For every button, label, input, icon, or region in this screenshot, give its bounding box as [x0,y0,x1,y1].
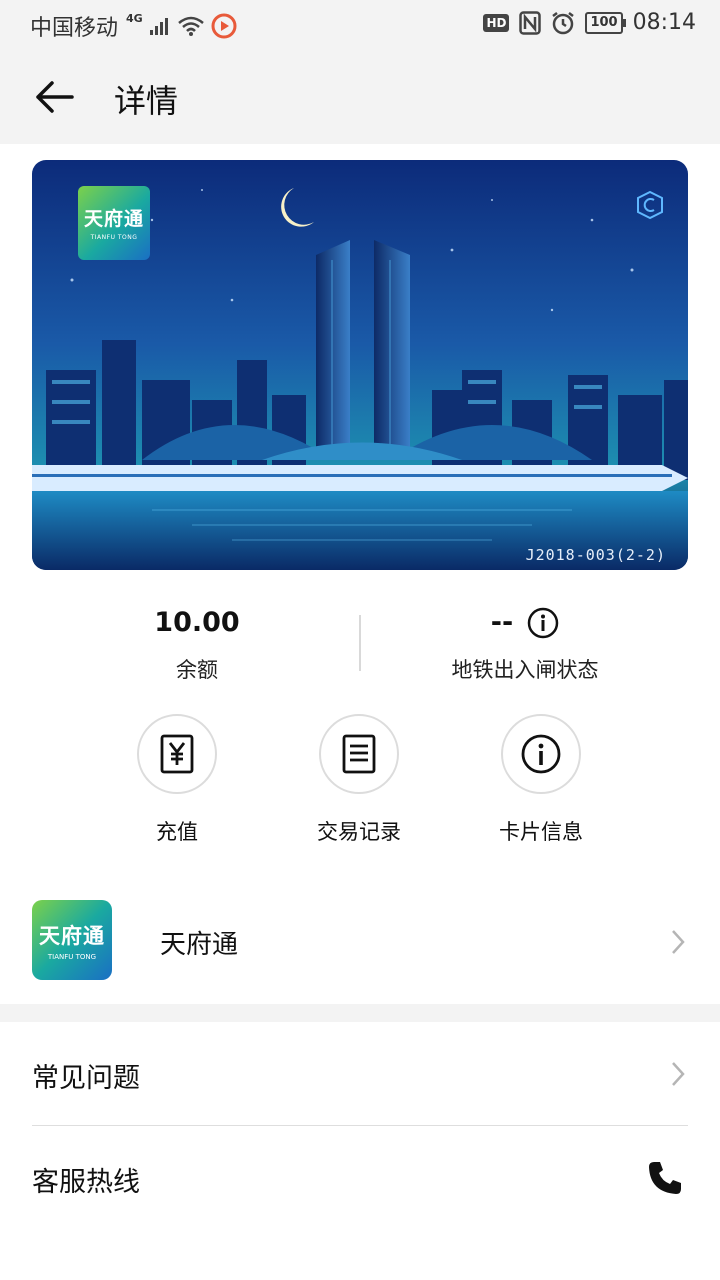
video-app-icon [211,13,237,39]
recharge-icon-circle[interactable] [137,714,217,794]
nfc-icon [519,10,542,35]
network-type: 4G [126,11,143,25]
status-time: 08:14 [632,10,696,35]
hd-badge: HD [483,13,510,32]
transit-card: 天府通 TIANFU TONG J2018-003(2-2) [32,160,688,570]
hotline-row[interactable]: 客服热线 [0,1126,720,1230]
card-logo-en: TIANFU TONG [90,234,138,241]
card-info-label: 卡片信息 [499,820,583,844]
faq-row[interactable]: 常见问题 [0,1022,720,1126]
back-arrow-icon[interactable] [32,74,78,120]
transactions-label: 交易记录 [317,820,401,844]
app-name: 天府通 [160,930,239,960]
document-icon [342,734,376,774]
card-brand-logo: 天府通 TIANFU TONG [78,186,150,260]
hotline-label: 客服热线 [32,1167,140,1198]
card-code: J2018-003(2-2) [525,546,666,564]
gate-status-label: 地铁出入闸状态 [451,658,599,682]
chevron-right-icon [672,1062,685,1086]
page-title: 详情 [114,82,179,120]
card-c-icon [637,190,663,220]
phone-icon[interactable] [646,1159,684,1197]
battery-indicator: 100 [585,11,626,34]
chevron-right-icon [672,930,685,954]
carrier-name: 中国移动 [30,16,119,41]
app-icon-cn: 天府通 [39,924,105,948]
info-icon[interactable] [527,607,559,639]
gate-value-row: -- [360,604,690,642]
gate-status-value: -- [490,607,514,638]
balance-stat: 10.00 余额 [32,604,362,684]
balance-label: 余额 [176,658,218,682]
recharge-label: 充值 [156,820,198,844]
app-icon: 天府通 TIANFU TONG [32,900,112,980]
status-right: HD 100 08:14 [483,10,696,35]
recharge-button[interactable]: 充值 [97,714,257,846]
transactions-icon-circle[interactable] [319,714,399,794]
card-info-icon-circle[interactable] [501,714,581,794]
app-row-tianfutong[interactable]: 天府通 TIANFU TONG 天府通 [0,884,720,1002]
faq-label: 常见问题 [32,1063,140,1094]
alarm-icon [552,11,575,34]
wifi-icon [177,16,204,36]
card-info-button[interactable]: 卡片信息 [461,714,621,846]
section-separator [0,1004,720,1022]
info-icon [521,734,561,774]
app-icon-en: TIANFU TONG [47,953,97,961]
yen-receipt-icon [160,734,194,774]
gate-status-stat: -- 地铁出入闸状态 [360,604,690,684]
balance-value: 10.00 [154,607,240,638]
signal-icon [149,18,168,35]
status-bar: 中国移动 4G HD 100 08:14 [0,0,720,50]
card-logo-cn: 天府通 [83,208,144,230]
transactions-button[interactable]: 交易记录 [279,714,439,846]
status-left: 中国移动 4G [30,10,237,42]
app-header: 详情 [0,50,720,144]
